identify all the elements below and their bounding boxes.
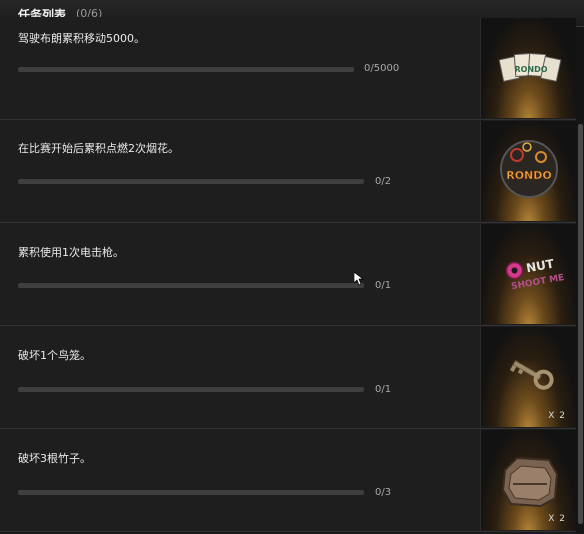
task-list-scrollbar[interactable] bbox=[576, 27, 584, 533]
reward-quantity: X 2 bbox=[548, 411, 566, 421]
reward-slot[interactable]: RONDO bbox=[480, 121, 576, 221]
reward-quantity: X 2 bbox=[548, 514, 566, 524]
svg-text:RONDO: RONDO bbox=[506, 169, 552, 182]
task-progress-text: 0/1 bbox=[375, 280, 392, 291]
task-list[interactable]: 驾驶布朗累积移动5000。 0/5000 RONDO 在比赛开始后累积点燃2次烟… bbox=[0, 17, 584, 533]
svg-text:RONDO: RONDO bbox=[514, 65, 547, 74]
task-item[interactable]: 驾驶布朗累积移动5000。 0/5000 RONDO bbox=[0, 17, 576, 120]
rondo-firework-emblem-icon: RONDO bbox=[500, 140, 558, 198]
task-progress-bar bbox=[18, 179, 364, 184]
task-progress-text: 0/5000 bbox=[364, 63, 400, 74]
donut-shoot-me-graffiti-icon: NUT SHOOT ME bbox=[505, 257, 565, 292]
task-item[interactable]: 破坏3根竹子。 0/3 X 2 bbox=[0, 429, 576, 532]
task-item[interactable]: 破坏1个鸟笼。 0/1 X 2 bbox=[0, 326, 576, 429]
task-progress-text: 0/2 bbox=[375, 176, 392, 187]
task-description: 破坏3根竹子。 bbox=[18, 452, 91, 465]
reward-slot[interactable]: X 2 bbox=[480, 327, 576, 427]
task-progress-bar bbox=[18, 490, 364, 495]
task-progress-text: 0/1 bbox=[375, 384, 392, 395]
task-progress-bar bbox=[18, 283, 364, 288]
task-progress-bar bbox=[18, 387, 364, 392]
task-progress-text: 0/3 bbox=[375, 487, 392, 498]
task-description: 在比赛开始后累积点燃2次烟花。 bbox=[18, 142, 179, 155]
reward-slot[interactable]: RONDO bbox=[480, 18, 576, 118]
task-description: 破坏1个鸟笼。 bbox=[18, 349, 91, 362]
rondo-cards-icon: RONDO bbox=[498, 52, 562, 82]
mouse-cursor-icon bbox=[354, 272, 364, 286]
task-description: 累积使用1次电击枪。 bbox=[18, 246, 124, 259]
task-progress-bar bbox=[18, 67, 354, 72]
svg-text:NUT: NUT bbox=[525, 257, 556, 276]
reward-slot[interactable]: X 2 bbox=[480, 430, 576, 530]
scrollbar-thumb[interactable] bbox=[578, 124, 583, 524]
reward-slot[interactable]: NUT SHOOT ME bbox=[480, 224, 576, 324]
task-item[interactable]: 在比赛开始后累积点燃2次烟花。 0/2 RONDO bbox=[0, 120, 576, 223]
task-description: 驾驶布朗累积移动5000。 bbox=[18, 32, 145, 45]
task-item[interactable]: 累积使用1次电击枪。 0/1 NUT SHOOT ME bbox=[0, 223, 576, 326]
